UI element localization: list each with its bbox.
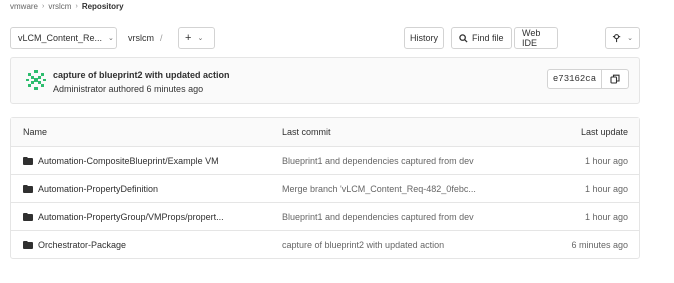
chevron-right-icon: › xyxy=(75,2,78,10)
commit-title[interactable]: capture of blueprint2 with updated actio… xyxy=(53,70,230,80)
last-commit-message[interactable]: capture of blueprint2 with updated actio… xyxy=(281,240,501,250)
file-name[interactable]: Automation-CompositeBlueprint/Example VM xyxy=(38,156,219,166)
commit-author-meta: Administrator authored 6 minutes ago xyxy=(53,84,204,94)
breadcrumb: vmware › vrslcm › Repository xyxy=(10,0,124,12)
header-last-commit: Last commit xyxy=(282,127,331,137)
copy-sha-button[interactable] xyxy=(601,69,629,89)
table-row[interactable]: Automation-CompositeBlueprint/Example VM… xyxy=(11,146,639,174)
chevron-right-icon: › xyxy=(42,2,45,10)
file-name[interactable]: Orchestrator-Package xyxy=(38,240,126,250)
path-root[interactable]: vrslcm xyxy=(128,33,154,43)
path-breadcrumb: vrslcm / xyxy=(128,27,163,49)
last-commit-message[interactable]: Blueprint1 and dependencies captured fro… xyxy=(281,212,501,222)
last-commit-message[interactable]: Blueprint1 and dependencies captured fro… xyxy=(281,156,501,166)
table-row[interactable]: Automation-PropertyDefinition Merge bran… xyxy=(11,174,639,202)
clone-dropdown[interactable]: ⌄ xyxy=(605,27,640,49)
file-name[interactable]: Automation-PropertyGroup/VMProps/propert… xyxy=(38,212,224,222)
table-row[interactable]: Automation-PropertyGroup/VMProps/propert… xyxy=(11,202,639,230)
last-update-time: 1 hour ago xyxy=(584,183,628,194)
branch-label: vLCM_Content_Re... xyxy=(18,33,103,43)
folder-icon xyxy=(23,184,33,193)
file-tree-table: Name Last commit Last update Automation-… xyxy=(10,117,640,259)
find-file-button[interactable]: Find file xyxy=(451,27,512,49)
web-ide-button[interactable]: Web IDE xyxy=(514,27,558,49)
file-name-cell[interactable]: Automation-CompositeBlueprint/Example VM xyxy=(11,156,281,166)
table-header: Name Last commit Last update xyxy=(11,118,639,146)
last-update-time: 1 hour ago xyxy=(584,155,628,166)
search-icon xyxy=(459,33,468,43)
chevron-down-icon: ⌄ xyxy=(627,35,633,42)
find-file-label: Find file xyxy=(472,33,504,43)
file-name[interactable]: Automation-PropertyDefinition xyxy=(38,184,158,194)
history-label: History xyxy=(410,33,439,43)
branch-selector[interactable]: vLCM_Content_Re... ⌄ xyxy=(10,27,117,49)
breadcrumb-vmware[interactable]: vmware xyxy=(10,2,38,11)
repository-toolbar: vLCM_Content_Re... ⌄ vrslcm / + ⌄ Histor… xyxy=(10,27,640,49)
copy-icon xyxy=(610,74,620,84)
chevron-down-icon: ⌄ xyxy=(197,35,204,42)
folder-icon xyxy=(23,240,33,249)
breadcrumb-vrslcm[interactable]: vrslcm xyxy=(48,2,71,11)
chevron-down-icon: ⌄ xyxy=(108,35,114,42)
file-name-cell[interactable]: Automation-PropertyGroup/VMProps/propert… xyxy=(11,212,281,222)
plus-icon: + xyxy=(185,32,192,44)
table-row[interactable]: Orchestrator-Package capture of blueprin… xyxy=(11,230,639,258)
commit-sha[interactable]: e73162ca xyxy=(547,69,602,89)
header-last-update: Last update xyxy=(580,127,628,137)
header-name: Name xyxy=(23,127,48,137)
breadcrumb-repository[interactable]: Repository xyxy=(82,2,124,11)
file-name-cell[interactable]: Automation-PropertyDefinition xyxy=(11,184,281,194)
file-name-cell[interactable]: Orchestrator-Package xyxy=(11,240,281,250)
folder-icon xyxy=(23,156,33,165)
history-button[interactable]: History xyxy=(404,27,444,49)
clone-icon xyxy=(612,34,621,43)
last-commit-message[interactable]: Merge branch 'vLCM_Content_Req-482_0febc… xyxy=(281,184,501,194)
folder-icon xyxy=(23,212,33,221)
last-commit-panel: capture of blueprint2 with updated actio… xyxy=(10,57,640,104)
web-ide-label: Web IDE xyxy=(522,28,541,48)
last-update-time: 6 minutes ago xyxy=(571,239,628,250)
path-separator: / xyxy=(160,33,163,43)
avatar[interactable] xyxy=(24,68,48,92)
add-file-dropdown[interactable]: + ⌄ xyxy=(178,27,215,49)
last-update-time: 1 hour ago xyxy=(584,211,628,222)
